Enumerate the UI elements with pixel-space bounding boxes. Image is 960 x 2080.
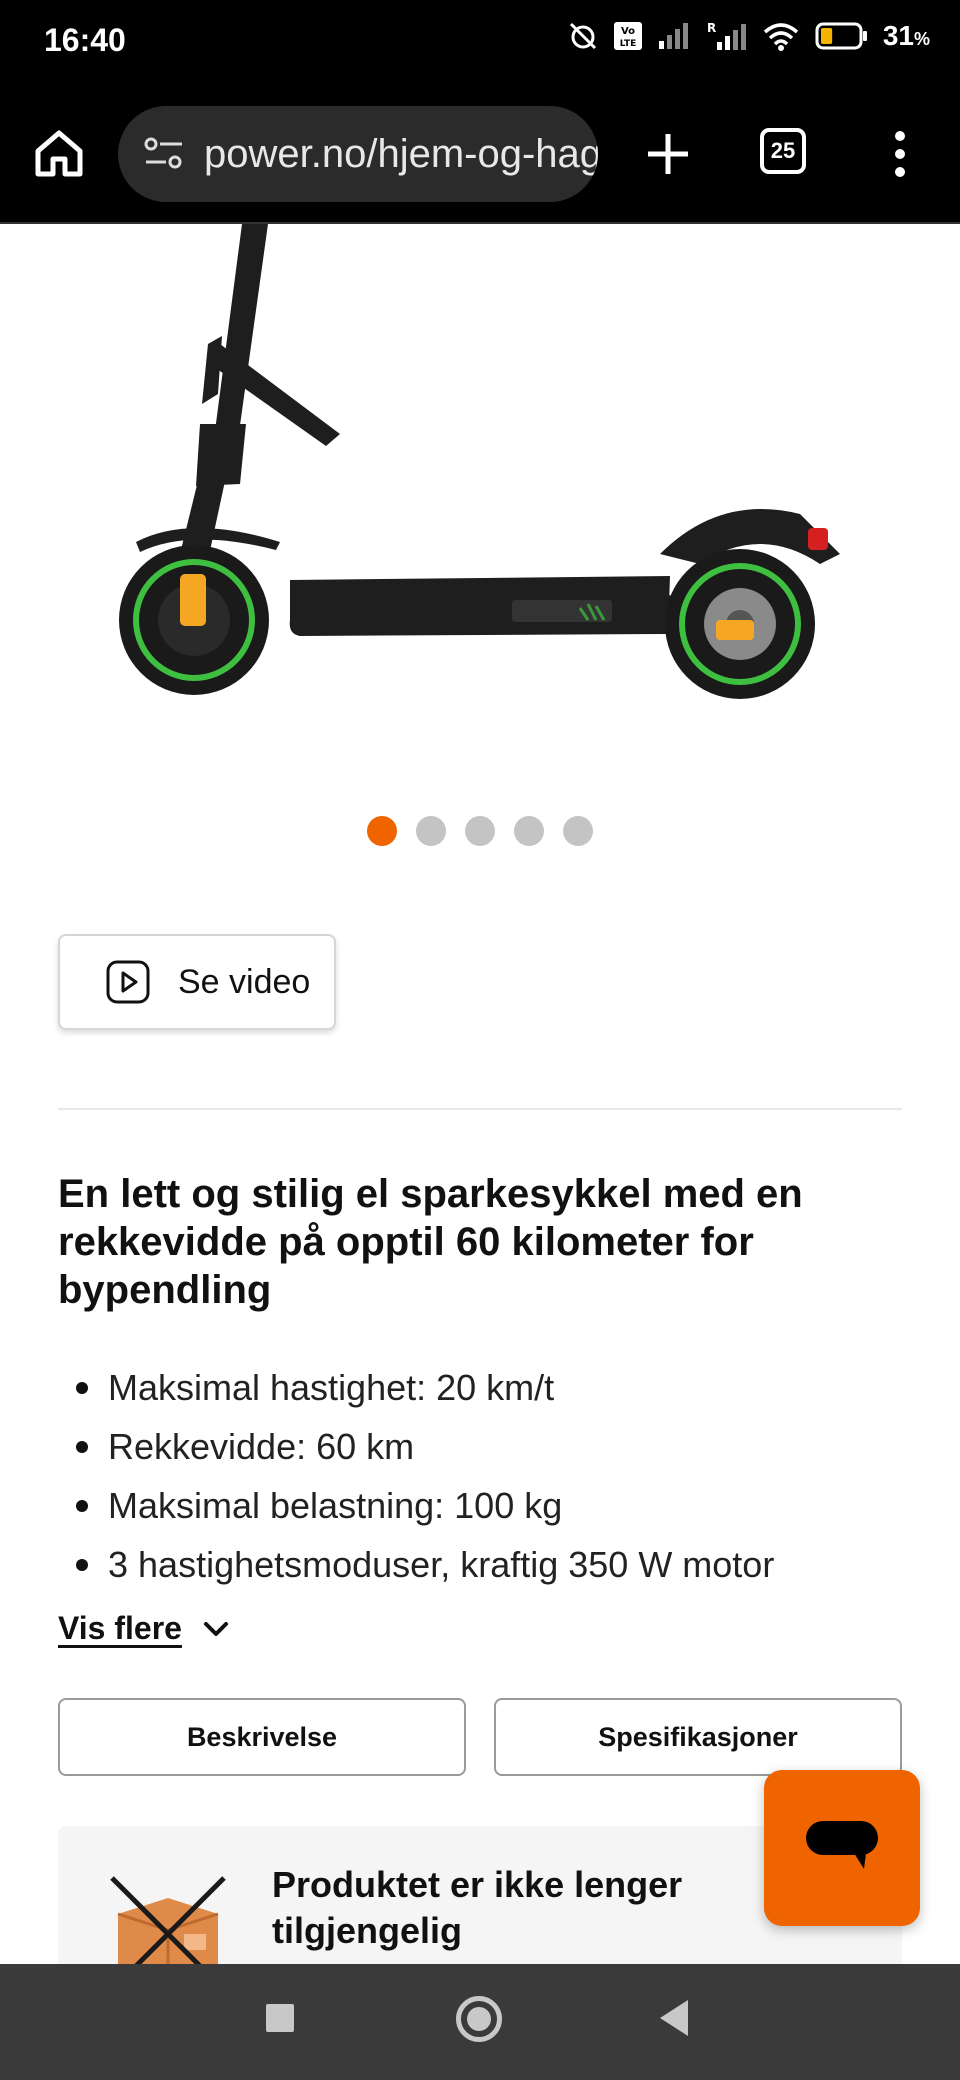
carousel-pagination — [0, 816, 960, 846]
svg-text:Vo: Vo — [621, 26, 635, 37]
show-more-label: Vis flere — [58, 1610, 182, 1646]
specifications-tab-button[interactable]: Spesifikasjoner — [494, 1698, 902, 1776]
product-headline: En lett og stilig el sparkesykkel med en… — [58, 1172, 803, 1312]
wifi-icon — [761, 20, 801, 52]
video-button-label: Se video — [178, 962, 311, 1001]
carousel-dot[interactable] — [465, 816, 495, 846]
home-icon — [35, 130, 83, 177]
chat-button[interactable] — [764, 1770, 920, 1926]
signal-icon — [657, 21, 693, 51]
address-bar[interactable]: power.no/hjem-og-hage — [118, 106, 598, 202]
carousel-dot[interactable] — [416, 816, 446, 846]
electric-scooter-image — [119, 224, 840, 699]
status-icons: Vo LTE R 31% — [567, 20, 930, 52]
feature-item: Rekkevidde: 60 km — [58, 1417, 938, 1476]
more-vert-icon — [895, 131, 905, 177]
back-button[interactable] — [660, 2000, 688, 2036]
unavailable-text: Produktet er ikke lenger tilgjengelig — [272, 1864, 683, 1951]
divider — [58, 1108, 902, 1110]
svg-text:LTE: LTE — [620, 39, 637, 49]
alarm-off-icon — [567, 20, 599, 52]
new-tab-button[interactable] — [636, 122, 700, 186]
svg-text:R: R — [707, 21, 716, 35]
feature-item: 3 hastighetsmoduser, kraftig 350 W motor — [58, 1535, 938, 1594]
feature-item: Maksimal hastighet: 20 km/t — [58, 1358, 938, 1417]
status-bar: 16:40 Vo LTE R 31% — [0, 0, 960, 82]
battery-icon — [815, 21, 869, 51]
browser-toolbar: power.no/hjem-og-hage 25 — [0, 82, 960, 224]
url-text[interactable]: power.no/hjem-og-hage — [204, 132, 598, 177]
home-button[interactable] — [30, 124, 88, 182]
carousel-dot[interactable] — [367, 816, 397, 846]
tab-count: 25 — [770, 138, 796, 163]
tabs-button[interactable]: 25 — [760, 128, 806, 174]
feature-list: Maksimal hastighet: 20 km/t Rekkevidde: … — [58, 1358, 938, 1594]
feature-item: Maksimal belastning: 100 kg — [58, 1476, 938, 1535]
plus-icon — [648, 134, 688, 174]
watch-video-button[interactable]: Se video — [58, 934, 336, 1030]
clock: 16:40 — [44, 22, 126, 58]
chat-bubble-icon — [806, 1821, 878, 1869]
product-image[interactable] — [0, 224, 960, 744]
carousel-dot[interactable] — [514, 816, 544, 846]
carousel-dot[interactable] — [563, 816, 593, 846]
site-settings-icon[interactable] — [142, 132, 186, 176]
play-icon — [106, 960, 150, 1004]
show-more-link[interactable]: Vis flere — [58, 1610, 232, 1647]
recent-apps-button[interactable] — [266, 2004, 294, 2032]
home-nav-button[interactable] — [456, 1996, 502, 2042]
description-tab-button[interactable]: Beskrivelse — [58, 1698, 466, 1776]
volte-badge-icon: Vo LTE — [613, 21, 643, 51]
system-navigation-bar — [0, 1964, 960, 2080]
chevron-down-icon — [203, 1621, 228, 1636]
battery-percent: 31% — [882, 20, 930, 51]
signal-roaming-icon: R — [707, 20, 747, 52]
more-menu-button[interactable] — [880, 122, 920, 186]
